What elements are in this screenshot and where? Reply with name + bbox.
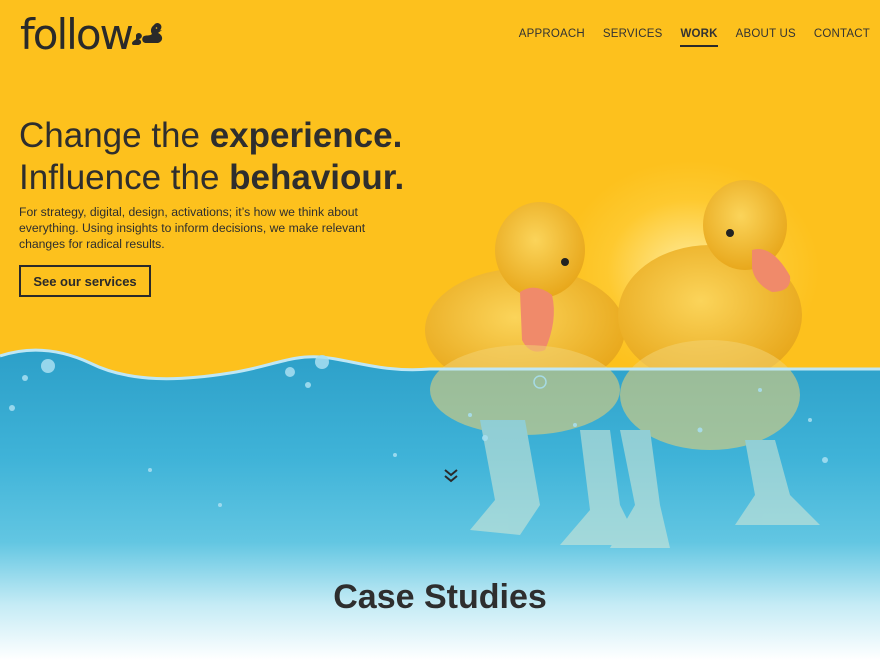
see-our-services-button[interactable]: See our services bbox=[19, 265, 151, 297]
hero-section: follow APPROACH SERVICES WORK ABOUT US C… bbox=[0, 0, 880, 660]
main-nav: APPROACH SERVICES WORK ABOUT US CONTACT bbox=[519, 28, 870, 47]
case-studies-title: Case Studies bbox=[333, 578, 547, 616]
nav-about-us[interactable]: ABOUT US bbox=[736, 28, 796, 47]
hero-intro: For strategy, digital, design, activatio… bbox=[19, 205, 366, 251]
hero-headline: Change the experience. Influence the beh… bbox=[19, 115, 404, 199]
duck-family-icon bbox=[131, 23, 163, 45]
brand-logo[interactable]: follow bbox=[20, 14, 166, 56]
nav-services[interactable]: SERVICES bbox=[603, 28, 663, 47]
nav-work[interactable]: WORK bbox=[680, 28, 718, 47]
hero-illustration bbox=[0, 180, 880, 660]
nav-approach[interactable]: APPROACH bbox=[519, 28, 585, 47]
headline-line2-bold: behaviour. bbox=[229, 158, 405, 197]
double-chevron-down-icon[interactable] bbox=[443, 468, 459, 484]
nav-contact[interactable]: CONTACT bbox=[814, 28, 870, 47]
logo-wordmark: follow bbox=[20, 10, 134, 59]
headline-line2-prefix: Influence the bbox=[19, 158, 230, 197]
headline-line1-prefix: Change the bbox=[19, 116, 210, 155]
headline-line1-bold: experience. bbox=[209, 116, 403, 155]
